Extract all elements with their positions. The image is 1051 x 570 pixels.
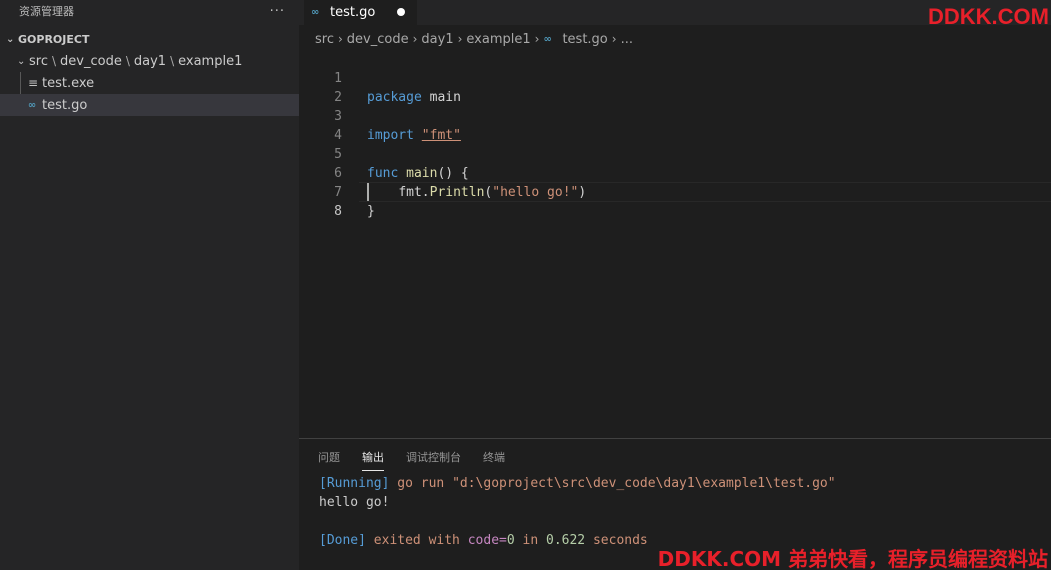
file-lines-icon: ≡: [27, 76, 39, 90]
folder-path-dev-code: dev_code: [60, 53, 122, 69]
watermark-bottom: DDKK.COM 弟弟快看，程序员编程资料站: [657, 547, 1048, 570]
go-icon: ∞: [27, 99, 37, 111]
exit-text: exited with: [365, 533, 468, 548]
folder-path-example1: example1: [178, 53, 243, 69]
code-line: 6 fmt.Println("hello go!"): [299, 145, 1051, 200]
panel-tab-bar: 问题 输出 调试控制台 终端: [318, 449, 505, 471]
tab-debug-console[interactable]: 调试控制台: [406, 449, 461, 471]
code-line: 2: [299, 69, 1051, 105]
output-line-done: [Done] exited with code=0 in 0.622 secon…: [319, 531, 648, 550]
explorer-header: 资源管理器 ···: [0, 0, 299, 22]
seconds-text: seconds: [585, 533, 648, 548]
exit-code-label: code=: [467, 533, 507, 548]
breadcrumb-item[interactable]: day1: [421, 32, 453, 47]
done-tag: [Done]: [319, 533, 366, 548]
run-command: go run "d:\goproject\src\dev_code\day1\e…: [389, 476, 836, 491]
exit-code-value: 0: [506, 533, 515, 548]
chevron-right-icon: ›: [457, 32, 463, 46]
code-line: 5 func main() {: [299, 126, 1051, 181]
tab-output[interactable]: 输出: [362, 449, 384, 471]
file-row-test-exe[interactable]: ≡ test.exe: [0, 72, 299, 94]
chevron-down-icon: ⌄: [6, 33, 15, 45]
file-row-test-go[interactable]: ∞ test.go: [0, 94, 299, 116]
line-content: }: [367, 202, 375, 221]
path-separator: \: [51, 54, 57, 68]
breadcrumb-item[interactable]: ...: [621, 32, 633, 47]
file-label: test.go: [42, 97, 88, 113]
tab-problems[interactable]: 问题: [318, 449, 340, 471]
watermark-top: DDKK.COM: [928, 4, 1049, 29]
tab-label: test.go: [330, 5, 376, 20]
explorer-sidebar: 资源管理器 ··· ⌄ GOPROJECT ⌄ src \ dev_code \…: [0, 0, 299, 570]
line-number: 8: [334, 204, 342, 219]
chevron-right-icon: ›: [534, 32, 540, 46]
token-punctuation: }: [367, 204, 375, 219]
tab-terminal[interactable]: 终端: [483, 449, 505, 471]
tab-test-go[interactable]: ∞ test.go: [304, 0, 417, 25]
path-separator: \: [125, 54, 130, 68]
more-actions-icon[interactable]: ···: [270, 4, 285, 19]
unsaved-dot-icon[interactable]: [397, 8, 405, 16]
go-icon: ∞: [311, 7, 320, 18]
code-line: 8: [299, 183, 1051, 219]
code-line: 3 import "fmt": [299, 88, 1051, 143]
breadcrumb: src › dev_code › day1 › example1 › ∞ tes…: [299, 29, 1051, 49]
text-cursor: [367, 183, 369, 201]
breadcrumb-item[interactable]: test.go: [562, 32, 607, 47]
code-line: 1 package main: [299, 50, 1051, 105]
path-separator: \: [170, 54, 175, 68]
folder-path-day1: day1: [133, 53, 167, 69]
duration-value: 0.622: [546, 533, 586, 548]
breadcrumb-item[interactable]: dev_code: [347, 32, 409, 47]
workspace-section[interactable]: ⌄ GOPROJECT: [0, 28, 299, 50]
folder-path-src: src: [29, 53, 48, 69]
chevron-right-icon: ›: [337, 32, 343, 46]
code-line: 4: [299, 107, 1051, 143]
breadcrumb-item[interactable]: src: [315, 32, 334, 47]
output-line-running: [Running] go run "d:\goproject\src\dev_c…: [319, 474, 836, 493]
chevron-right-icon: ›: [412, 32, 418, 46]
running-tag: [Running]: [319, 476, 390, 491]
go-icon: ∞: [543, 33, 552, 45]
in-text: in: [514, 533, 546, 548]
explorer-title: 资源管理器: [19, 5, 74, 18]
code-line: 7 }: [299, 164, 1051, 219]
workspace-label: GOPROJECT: [18, 32, 90, 46]
file-label: test.exe: [42, 75, 95, 91]
breadcrumb-item[interactable]: example1: [466, 32, 530, 47]
chevron-right-icon: ›: [611, 32, 617, 46]
code-editor[interactable]: 1 package main 2 3 import "fmt" 4 5 func…: [299, 49, 1051, 438]
folder-row-example1[interactable]: ⌄ src \ dev_code \ day1 \ example1: [0, 50, 299, 72]
output-line-result: hello go!: [319, 495, 390, 510]
chevron-down-icon: ⌄: [17, 55, 26, 67]
